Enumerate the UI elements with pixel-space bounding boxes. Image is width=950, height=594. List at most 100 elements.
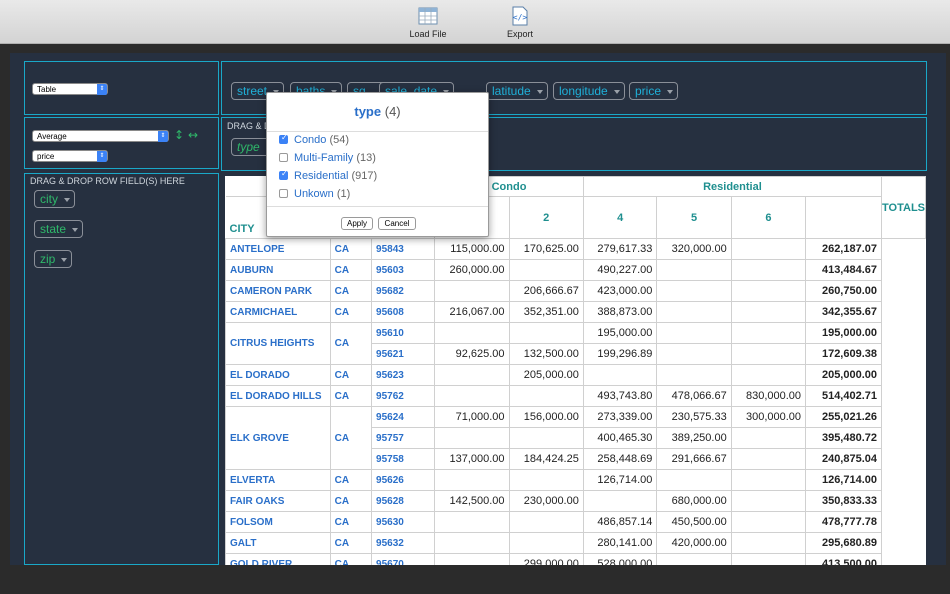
table-row: EL DORADO CA 95623 205,000.00 205,000.00 bbox=[225, 364, 926, 386]
value-cell bbox=[730, 280, 807, 302]
filter-option[interactable]: Residential (917) bbox=[279, 169, 377, 182]
type-header-residential[interactable]: Residential bbox=[582, 176, 883, 197]
pill-price[interactable]: price bbox=[629, 82, 679, 100]
value-cell: 389,250.00 bbox=[656, 427, 732, 449]
row-order-icon[interactable]: ↕ bbox=[174, 128, 184, 142]
table-row: GOLD RIVER CA 95670 299,000.00 528,000.00 413… bbox=[225, 553, 926, 565]
col-order-icon[interactable]: ↔ bbox=[188, 128, 198, 142]
filter-option[interactable]: Multi-Family (13) bbox=[279, 152, 376, 164]
value-cell: 184,424.25 bbox=[508, 448, 584, 470]
type-filter-popup: type (4) Condo (54) Multi-Family (13) Resi… bbox=[266, 92, 489, 237]
table-row: ELVERTA CA 95626 126,714.00 126,714.00 bbox=[225, 469, 926, 491]
city-cell: ELVERTA bbox=[225, 469, 331, 491]
city-cell: ELK GROVE bbox=[225, 406, 331, 470]
renderer-panel: Table ⇕ bbox=[24, 61, 219, 115]
filter-option-count: (1) bbox=[336, 188, 351, 200]
pill-zip[interactable]: zip bbox=[34, 250, 73, 268]
select-arrows-icon: ⇕ bbox=[158, 131, 168, 142]
city-cell: CARMICHAEL bbox=[225, 301, 331, 323]
aggregator-attr-select[interactable]: price ⇕ bbox=[32, 150, 108, 162]
zip-cell: 95603 bbox=[371, 259, 436, 281]
pill-state[interactable]: state bbox=[34, 220, 84, 238]
value-cell bbox=[508, 259, 584, 281]
value-cell: 388,873.00 bbox=[582, 301, 658, 323]
value-cell: 280,141.00 bbox=[582, 532, 658, 554]
export-label: Export bbox=[506, 29, 533, 39]
load-file-label: Load File bbox=[409, 29, 447, 39]
checkbox[interactable] bbox=[279, 133, 288, 144]
value-cell bbox=[730, 322, 807, 344]
value-cell: 199,296.89 bbox=[582, 343, 658, 365]
city-cell: FOLSOM bbox=[225, 511, 331, 533]
checkbox[interactable] bbox=[279, 189, 288, 198]
value-cell: 478,066.67 bbox=[656, 385, 732, 407]
value-cell bbox=[730, 301, 807, 323]
value-cell: 142,500.00 bbox=[434, 490, 510, 512]
value-cell bbox=[656, 364, 732, 386]
value-cell: 680,000.00 bbox=[656, 490, 732, 512]
drag-rows-label: DRAG & DROP ROW FIELD(S) HERE bbox=[30, 176, 185, 186]
value-cell bbox=[434, 511, 510, 533]
value-cell: 493,743.80 bbox=[582, 385, 658, 407]
filter-option-label: Unkown bbox=[294, 188, 334, 200]
total-cell: 126,714.00 bbox=[805, 469, 883, 491]
state-cell: CA bbox=[329, 364, 373, 386]
table-row: EL DORADO HILLS CA 95762 493,743.80 478,066.… bbox=[225, 385, 926, 407]
value-cell: 420,000.00 bbox=[656, 532, 732, 554]
cancel-button[interactable]: Cancel bbox=[378, 217, 416, 230]
filter-option[interactable]: Unkown (1) bbox=[279, 188, 350, 200]
value-cell: 195,000.00 bbox=[582, 322, 658, 344]
table-row: AUBURN CA 95603 260,000.00 490,227.00 413,484… bbox=[225, 259, 926, 281]
aggregator-value: Average bbox=[37, 132, 67, 141]
total-cell: 240,875.04 bbox=[805, 448, 883, 470]
apply-button[interactable]: Apply bbox=[341, 217, 373, 230]
code-file-icon: </> bbox=[512, 6, 528, 26]
city-cell: GALT bbox=[225, 532, 331, 554]
baths-header: 6 bbox=[730, 196, 807, 239]
zip-cell: 95621 bbox=[371, 343, 436, 365]
filter-option-label: Residential bbox=[294, 170, 349, 182]
table-row: CAMERON PARK CA 95682 206,666.67 423,000.00 2… bbox=[225, 280, 926, 302]
state-cell: CA bbox=[329, 532, 373, 554]
pill-latitude[interactable]: latitude bbox=[486, 82, 548, 100]
value-cell: 258,448.69 bbox=[582, 448, 658, 470]
checkbox[interactable] bbox=[279, 169, 288, 180]
select-arrows-icon: ⇕ bbox=[97, 151, 107, 162]
pill-label: longitude bbox=[559, 84, 608, 98]
baths-header: 2 bbox=[508, 196, 584, 239]
city-cell: EL DORADO HILLS bbox=[225, 385, 331, 407]
zip-cell: 95623 bbox=[371, 364, 436, 386]
value-cell bbox=[730, 448, 807, 470]
renderer-select[interactable]: Table ⇕ bbox=[32, 83, 108, 95]
filter-option-count: (13) bbox=[356, 152, 376, 164]
zip-cell: 95628 bbox=[371, 490, 436, 512]
filter-option[interactable]: Condo (54) bbox=[279, 133, 349, 146]
checkbox[interactable] bbox=[279, 153, 288, 162]
table-icon bbox=[418, 7, 438, 25]
renderer-value: Table bbox=[37, 85, 57, 94]
aggregator-select[interactable]: Average ⇕ bbox=[32, 130, 169, 142]
load-file-button[interactable]: Load File bbox=[398, 5, 458, 39]
popup-field-name: type bbox=[354, 104, 382, 119]
export-button[interactable]: </> Export bbox=[490, 5, 550, 39]
value-cell bbox=[508, 322, 584, 344]
value-cell bbox=[434, 469, 510, 491]
value-cell bbox=[730, 490, 807, 512]
pill-city[interactable]: city bbox=[34, 190, 75, 208]
value-cell: 400,465.30 bbox=[582, 427, 658, 449]
aggregator-attr-value: price bbox=[37, 152, 55, 161]
value-cell: 260,000.00 bbox=[434, 259, 510, 281]
total-cell: 395,480.72 bbox=[805, 427, 883, 449]
total-cell: 205,000.00 bbox=[805, 364, 883, 386]
value-cell: 230,000.00 bbox=[508, 490, 584, 512]
city-cell: CAMERON PARK bbox=[225, 280, 331, 302]
state-cell: CA bbox=[329, 511, 373, 533]
table-row: CITRUS HEIGHTS CA 95610 195,000.00 195,000.0… bbox=[225, 322, 926, 365]
pill-longitude[interactable]: longitude bbox=[553, 82, 625, 100]
value-cell bbox=[730, 259, 807, 281]
value-cell: 450,500.00 bbox=[656, 511, 732, 533]
value-cell: 352,351.00 bbox=[508, 301, 584, 323]
value-cell: 206,666.67 bbox=[508, 280, 584, 302]
divider bbox=[267, 131, 488, 132]
table-row: FAIR OAKS CA 95628 142,500.00 230,000.00 680,… bbox=[225, 490, 926, 512]
